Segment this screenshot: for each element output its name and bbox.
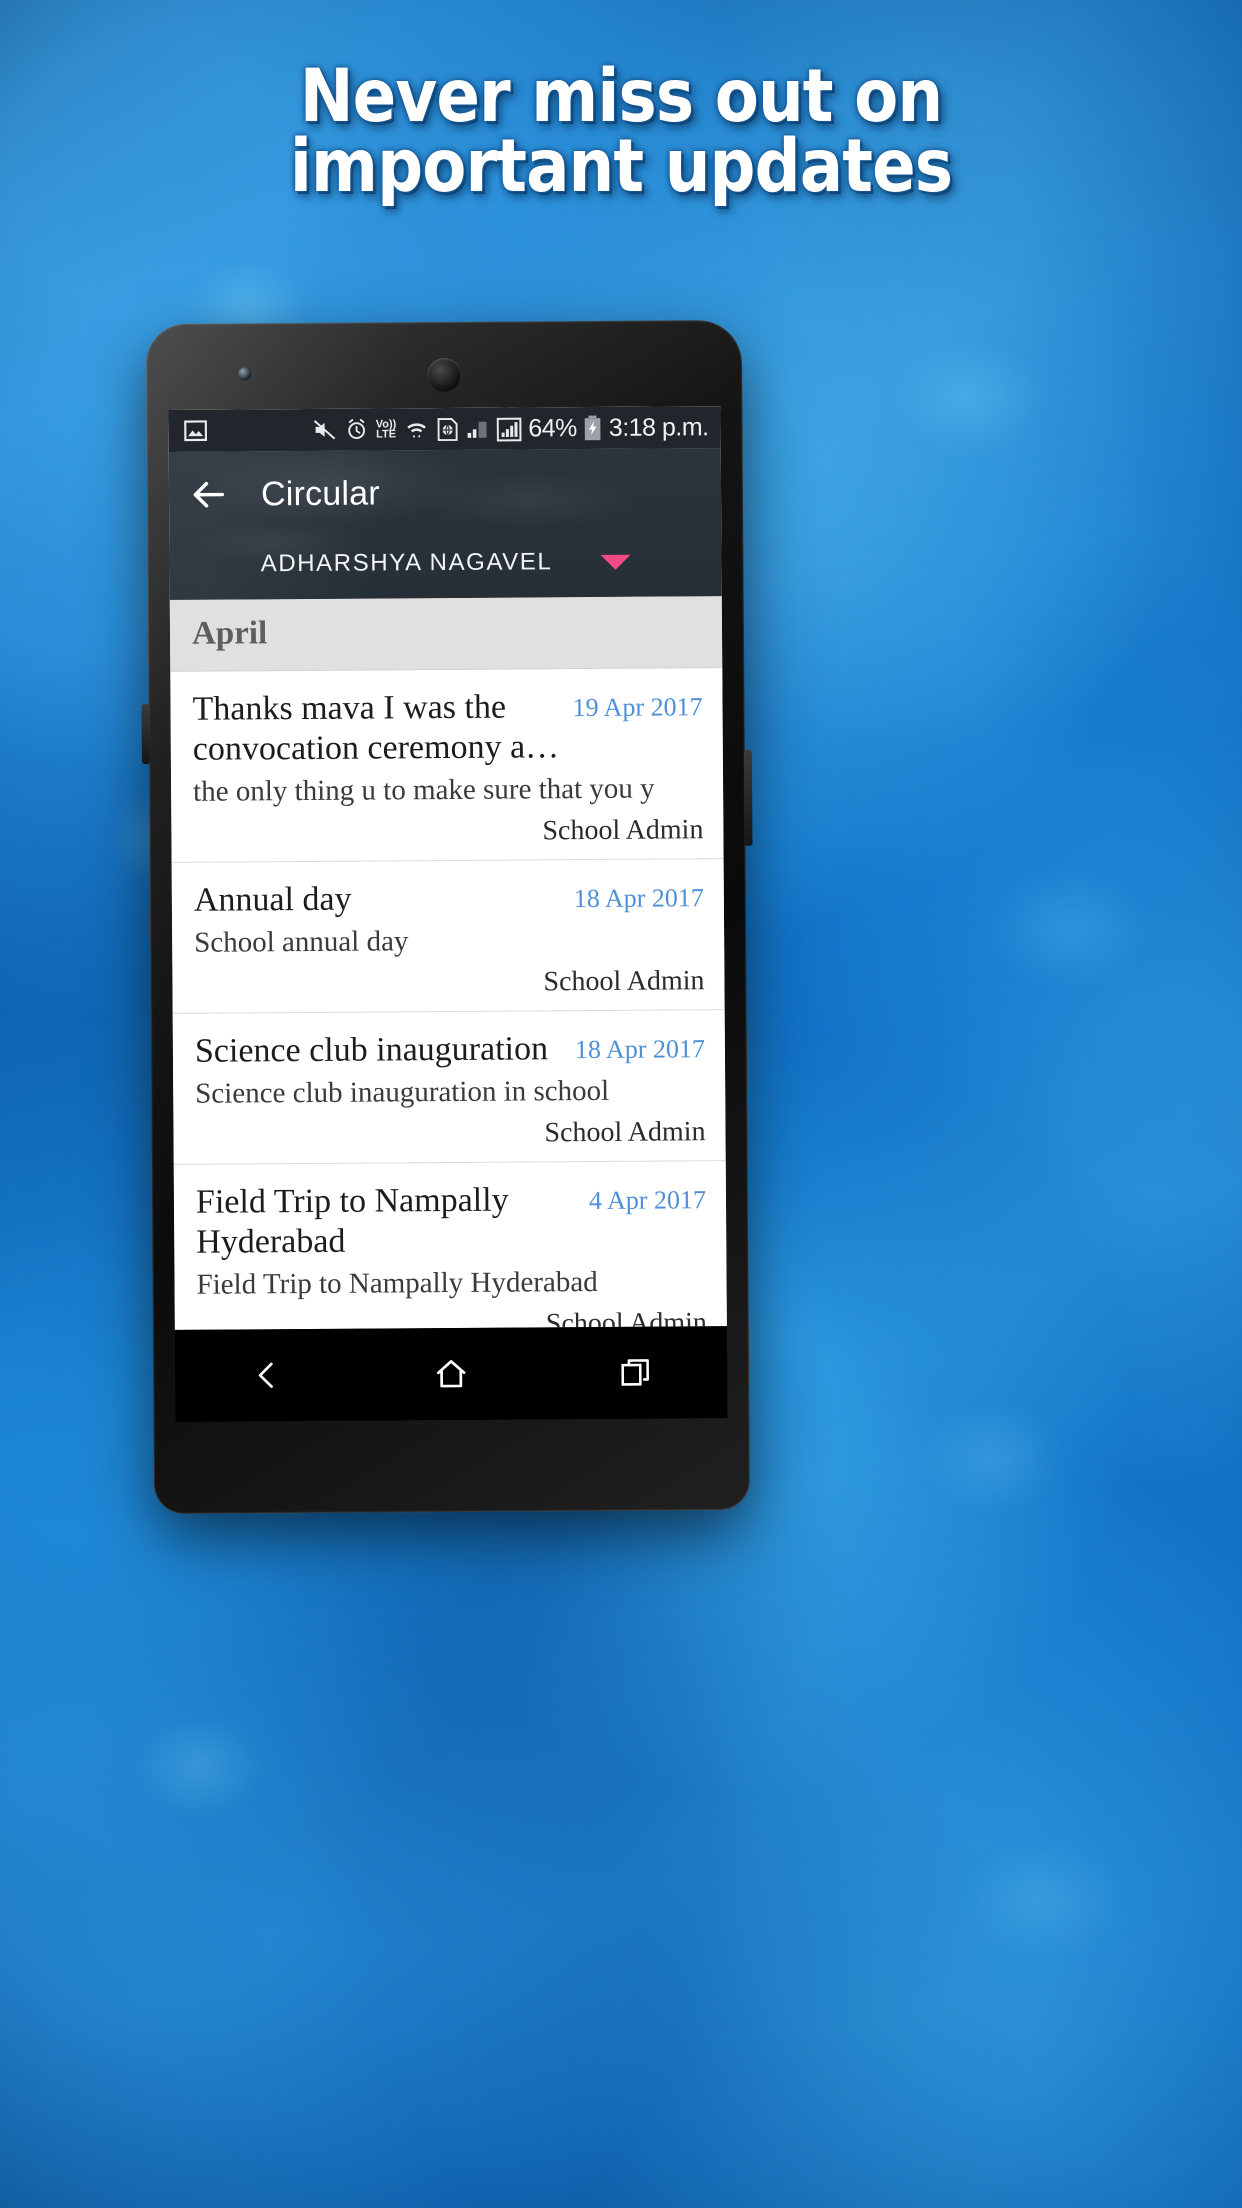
nav-back-icon[interactable] [250,1358,284,1392]
month-section-header: April [169,596,723,672]
circular-date: 18 Apr 2017 [573,883,704,914]
wifi-icon [406,423,426,438]
signal-full-icon [496,417,522,441]
list-item-header: Annual day 18 Apr 2017 [194,877,704,921]
chevron-down-icon[interactable] [600,554,631,570]
list-item[interactable]: Field Trip to Nampally Hyderabad 4 Apr 2… [173,1161,727,1330]
status-bar: Vo)) LTE 64% 3:18 p.m. [168,406,721,452]
phone-mockup: Vo)) LTE 64% 3:18 p.m. Circular ADHARSHY… [141,319,753,1515]
circular-list: Thanks mava I was the convocation ceremo… [170,668,727,1330]
list-item[interactable]: Science club inauguration 18 Apr 2017 Sc… [172,1010,726,1165]
circular-date: 18 Apr 2017 [574,1034,706,1065]
sim-globe-icon [437,417,458,441]
signal-weak-icon [467,421,487,438]
android-nav-bar [174,1326,728,1422]
list-item-header: Thanks mava I was the convocation ceremo… [192,686,703,770]
nav-home-icon[interactable] [433,1356,469,1392]
front-camera-icon [238,367,252,381]
circular-title: Thanks mava I was the convocation ceremo… [192,688,560,768]
circular-title: Field Trip to Nampally Hyderabad [195,1181,509,1261]
circular-title: Annual day [193,880,352,919]
circular-description: School annual day [194,925,409,959]
circular-description: Field Trip to Nampally Hyderabad [196,1265,598,1301]
circular-title: Science club inauguration [194,1030,549,1070]
volte-icon: Vo)) LTE [375,418,397,441]
student-selector[interactable]: ADHARSHYA NAGAVEL [169,534,721,600]
list-item-header: Science club inauguration 18 Apr 2017 [195,1028,705,1072]
circular-date: 19 Apr 2017 [572,692,703,723]
phone-screen: Vo)) LTE 64% 3:18 p.m. Circular ADHARSHY… [168,406,727,1330]
earpiece-speaker [427,357,462,393]
page-title: Circular [260,473,380,513]
student-name-label: ADHARSHYA NAGAVEL [260,548,553,578]
headline-line-1: Never miss out on [299,54,943,139]
battery-percent-label: 64% [528,413,577,442]
nav-recents-icon[interactable] [618,1356,652,1390]
app-bar-main-row: Circular [169,448,722,538]
list-item[interactable]: Thanks mava I was the convocation ceremo… [170,668,724,863]
alarm-icon [348,418,366,439]
circular-description: the only thing u to make sure that you y [193,772,655,808]
status-bar-right: Vo)) LTE 64% 3:18 p.m. [312,413,709,445]
app-bar: Circular ADHARSHYA NAGAVEL [168,448,722,600]
circular-author: School Admin [544,1116,706,1149]
list-item-header: Field Trip to Nampally Hyderabad 4 Apr 2… [196,1179,707,1263]
circular-author: School Admin [542,814,704,847]
power-button[interactable] [743,749,753,846]
circular-description: Science club inauguration in school [195,1074,610,1110]
status-bar-left [183,418,209,444]
mute-icon [314,420,336,440]
volume-button[interactable] [141,704,150,765]
promo-headline: Never miss out on important updates [75,54,1168,209]
headline-line-2: important updates [289,124,953,209]
phone-chin [154,1418,751,1514]
circular-date: 4 Apr 2017 [588,1185,707,1216]
battery-charging-icon [584,415,601,441]
list-item[interactable]: Annual day 18 Apr 2017 School annual day… [171,859,725,1014]
circular-author: School Admin [543,965,705,998]
back-arrow-icon[interactable] [189,476,227,514]
clock-label: 3:18 p.m. [608,412,709,442]
image-icon [184,420,208,442]
